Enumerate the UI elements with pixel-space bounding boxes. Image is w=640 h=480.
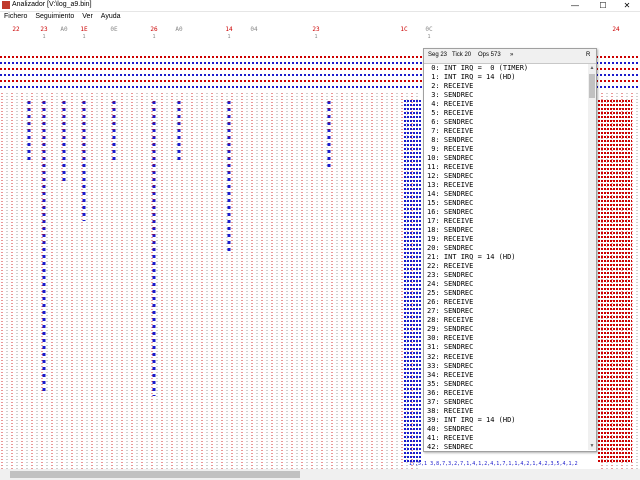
- menu-ayuda[interactable]: Ayuda: [97, 12, 125, 22]
- segment-label: 04: [250, 26, 258, 33]
- menu-seguimiento[interactable]: Seguimiento: [31, 12, 78, 22]
- operation-row[interactable]: 9: RECEIVE: [424, 145, 588, 154]
- segment-label: 26: [150, 26, 158, 33]
- operation-row[interactable]: 39: INT IRQ = 14 (HD): [424, 416, 588, 425]
- menu-ver[interactable]: Ver: [78, 12, 97, 22]
- operation-row[interactable]: 4: RECEIVE: [424, 100, 588, 109]
- close-button[interactable]: ✕: [614, 0, 640, 11]
- title-bar: Analizador [V:\log_a9.bin] — ☐ ✕: [0, 0, 640, 12]
- operation-row[interactable]: 19: RECEIVE: [424, 235, 588, 244]
- operation-row[interactable]: 13: RECEIVE: [424, 181, 588, 190]
- operation-row[interactable]: 31: SENDREC: [424, 343, 588, 352]
- operation-row[interactable]: 28: RECEIVE: [424, 316, 588, 325]
- operation-row[interactable]: 1: INT IRQ = 14 (HD): [424, 73, 588, 82]
- operation-row[interactable]: 5: RECEIVE: [424, 109, 588, 118]
- operation-row[interactable]: 22: RECEIVE: [424, 262, 588, 271]
- segment-label: A0: [175, 26, 183, 33]
- segment-label: 1E: [80, 26, 88, 33]
- window-title: Analizador [V:\log_a9.bin]: [12, 1, 92, 8]
- tab-seg[interactable]: Seg 23: [428, 52, 447, 58]
- horizontal-scrollbar[interactable]: [0, 469, 640, 480]
- operation-row[interactable]: 12: SENDREC: [424, 172, 588, 181]
- operation-row[interactable]: 26: RECEIVE: [424, 298, 588, 307]
- maximize-button[interactable]: ☐: [590, 0, 616, 11]
- segment-label: 23: [40, 26, 48, 33]
- tab-tick[interactable]: Tick 20: [452, 52, 471, 58]
- panel-scrollbar[interactable]: ▲ ▼: [588, 64, 596, 450]
- segment-sublabel: 1: [227, 34, 230, 40]
- operation-row[interactable]: 15: SENDREC: [424, 199, 588, 208]
- operation-row[interactable]: 6: SENDREC: [424, 118, 588, 127]
- segment-sublabel: 1: [427, 34, 430, 40]
- segment-label: 0E: [110, 26, 118, 33]
- operation-row[interactable]: 35: SENDREC: [424, 380, 588, 389]
- operations-panel: Seg 23 Tick 20 Ops 573 » R 0: INT IRQ = …: [423, 48, 597, 452]
- operation-row[interactable]: 38: RECEIVE: [424, 407, 588, 416]
- operation-row[interactable]: 23: SENDREC: [424, 271, 588, 280]
- menu-bar: Fichero Seguimiento Ver Ayuda: [0, 12, 640, 22]
- panel-scroll-thumb[interactable]: [589, 74, 595, 98]
- operation-row[interactable]: 14: SENDREC: [424, 190, 588, 199]
- tab-more[interactable]: »: [510, 52, 513, 58]
- panel-tabs: Seg 23 Tick 20 Ops 573 » R: [424, 49, 596, 64]
- segment-sublabel: 1: [82, 34, 85, 40]
- operation-row[interactable]: 42: SENDREC: [424, 443, 588, 450]
- scroll-up-icon[interactable]: ▲: [588, 64, 596, 72]
- operation-row[interactable]: 27: SENDREC: [424, 307, 588, 316]
- segment-label: 0C: [425, 26, 433, 33]
- operation-row[interactable]: 37: SENDREC: [424, 398, 588, 407]
- tab-r[interactable]: R: [586, 52, 590, 58]
- operation-row[interactable]: 17: RECEIVE: [424, 217, 588, 226]
- operation-row[interactable]: 29: SENDREC: [424, 325, 588, 334]
- operation-row[interactable]: 10: SENDREC: [424, 154, 588, 163]
- segment-label: 1C: [400, 26, 408, 33]
- operation-row[interactable]: 33: SENDREC: [424, 362, 588, 371]
- operation-row[interactable]: 11: RECEIVE: [424, 163, 588, 172]
- segment-sublabel: 1: [42, 34, 45, 40]
- operation-row[interactable]: 30: RECEIVE: [424, 334, 588, 343]
- operation-row[interactable]: 24: SENDREC: [424, 280, 588, 289]
- scroll-down-icon[interactable]: ▼: [588, 442, 596, 450]
- operation-row[interactable]: 40: SENDREC: [424, 425, 588, 434]
- operation-row[interactable]: 16: SENDREC: [424, 208, 588, 217]
- operation-row[interactable]: 0: INT IRQ = 0 (TIMER): [424, 64, 588, 73]
- segment-sublabel: 1: [314, 34, 317, 40]
- operation-row[interactable]: 36: RECEIVE: [424, 389, 588, 398]
- operation-row[interactable]: 7: RECEIVE: [424, 127, 588, 136]
- operation-row[interactable]: 20: SENDREC: [424, 244, 588, 253]
- app-icon: [2, 1, 10, 9]
- segment-label: 22: [12, 26, 20, 33]
- menu-fichero[interactable]: Fichero: [0, 12, 31, 22]
- operation-row[interactable]: 3: SENDREC: [424, 91, 588, 100]
- operation-row[interactable]: 25: SENDREC: [424, 289, 588, 298]
- operation-row[interactable]: 8: SENDREC: [424, 136, 588, 145]
- operation-row[interactable]: 41: RECEIVE: [424, 434, 588, 443]
- operation-row[interactable]: 34: RECEIVE: [424, 371, 588, 380]
- segment-label: 23: [312, 26, 320, 33]
- segment-sublabel: 1: [152, 34, 155, 40]
- minimize-button[interactable]: —: [562, 0, 588, 11]
- segment-label: 24: [612, 26, 620, 33]
- segment-label: A0: [60, 26, 68, 33]
- bottom-numbers: 17,5,1 3,8,7,3,2,7,1,4,1,2,4,1,7,1,1,4,2…: [409, 461, 578, 467]
- operation-row[interactable]: 32: RECEIVE: [424, 353, 588, 362]
- operation-row[interactable]: 18: SENDREC: [424, 226, 588, 235]
- segment-label: 14: [225, 26, 233, 33]
- operation-row[interactable]: 2: RECEIVE: [424, 82, 588, 91]
- tab-ops[interactable]: Ops 573: [478, 52, 501, 58]
- operations-list[interactable]: 0: INT IRQ = 0 (TIMER) 1: INT IRQ = 14 (…: [424, 64, 588, 450]
- horizontal-scroll-thumb[interactable]: [10, 471, 300, 478]
- operation-row[interactable]: 21: INT IRQ = 14 (HD): [424, 253, 588, 262]
